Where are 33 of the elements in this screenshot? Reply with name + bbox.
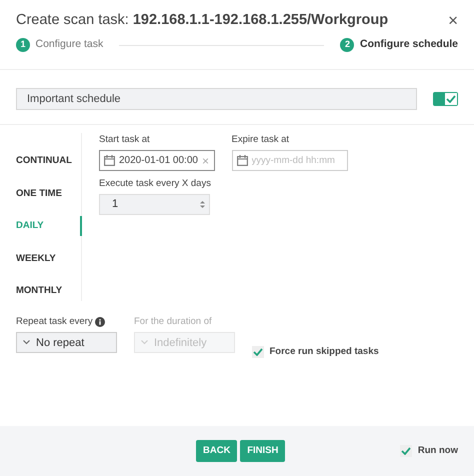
step-label: Configure schedule <box>360 37 458 52</box>
repeat-dropdown[interactable]: No repeat <box>16 332 117 354</box>
number-spinner[interactable]: 1 <box>99 194 210 215</box>
checkbox-label: Force run skipped tasks <box>270 345 379 359</box>
caret-icon <box>141 340 148 346</box>
field-label: Start task at <box>99 133 151 147</box>
schedule-type-tab[interactable]: CONTINUAL <box>0 145 82 178</box>
field-label: Repeat task every <box>16 315 93 329</box>
checkbox[interactable] <box>400 445 412 457</box>
checkbox-label: Run now <box>418 444 458 458</box>
step-number: 2 <box>340 38 354 52</box>
expire-date-field[interactable]: yyyy-mm-dd hh:mm <box>232 150 348 172</box>
field-label: For the duration of <box>134 315 213 329</box>
field-label: Execute task every X days <box>99 176 212 191</box>
checkmark-icon <box>401 447 412 455</box>
step-number: 1 <box>16 38 30 52</box>
toggle-switch[interactable] <box>433 92 458 106</box>
schedule-name-field[interactable]: Important schedule <box>16 88 417 110</box>
calendar-icon <box>104 155 115 166</box>
start-date-field[interactable]: 2020-01-01 00:00 × <box>99 150 215 172</box>
schedule-type-tab[interactable]: MONTHLY <box>0 275 82 308</box>
checkbox[interactable] <box>252 346 264 358</box>
step-label: Configure task <box>36 37 104 52</box>
dialog-title: Create scan task: 192.168.1.1-192.168.1.255/Workgroup <box>16 11 388 30</box>
info-icon <box>95 317 106 328</box>
caret-icon <box>23 340 30 346</box>
field-label: Expire task at <box>232 133 290 147</box>
schedule-type-tab[interactable]: ONE TIME <box>0 178 82 210</box>
checkmark-icon <box>253 348 263 356</box>
schedule-type-tab[interactable]: WEEKLY <box>0 242 82 275</box>
spinner-arrows-icon <box>200 200 205 209</box>
close-button[interactable]: × <box>448 12 458 30</box>
checkmark-icon <box>446 95 456 103</box>
